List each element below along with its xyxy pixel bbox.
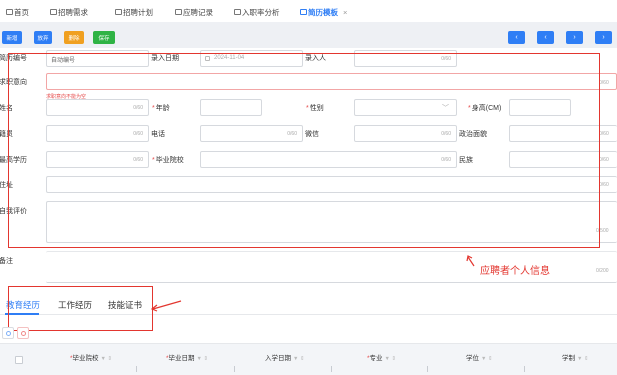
column-header-grad-date[interactable]: *毕业日期 ▼ ⇕ [166, 352, 208, 362]
minus-icon [21, 331, 26, 336]
page-icon [50, 9, 57, 15]
tab-recruit-plan[interactable]: 招聘计划 [115, 7, 153, 17]
discard-button[interactable]: 放弃 [34, 31, 52, 44]
remark-label: 备注 [0, 258, 13, 265]
column-divider[interactable] [331, 366, 332, 372]
close-icon[interactable]: × [343, 8, 347, 17]
column-divider[interactable] [234, 366, 235, 372]
column-header-school[interactable]: *毕业院校 ▼ ⇕ [70, 352, 112, 362]
delete-row-button[interactable] [17, 327, 29, 339]
new-button[interactable]: 新增 [2, 31, 22, 44]
tab-label: 简历模板 [308, 7, 338, 17]
tab-bar: 首页 招聘需求 招聘计划 应聘记录 入职率分析 简历模板 × [0, 0, 617, 22]
select-all-checkbox[interactable] [15, 356, 23, 364]
sort-icon[interactable]: ▼ ⇕ [577, 356, 589, 362]
column-divider[interactable] [136, 366, 137, 372]
column-header-major[interactable]: *专业 ▼ ⇕ [367, 352, 396, 362]
sort-icon[interactable]: ▼ ⇕ [385, 356, 397, 362]
tab-recruit-demand[interactable]: 招聘需求 [50, 7, 88, 17]
page-icon [175, 9, 182, 15]
plus-icon [6, 331, 11, 336]
tab-label: 入职率分析 [242, 7, 280, 17]
highlight-box-detail-tabs [8, 286, 153, 331]
annotation-text: 应聘者个人信息 [480, 266, 550, 277]
arrow-left-icon [150, 300, 182, 312]
char-count: 0/60 [599, 80, 609, 86]
first-record-button[interactable]: ‹ [508, 31, 525, 44]
page-icon [6, 9, 13, 15]
tab-label: 应聘记录 [183, 7, 213, 17]
char-count: 0/200 [596, 268, 609, 274]
arrow-up-icon [466, 255, 475, 267]
sort-icon[interactable]: ▼ ⇕ [481, 356, 493, 362]
tab-apply-record[interactable]: 应聘记录 [175, 7, 213, 17]
sort-icon[interactable]: ▼ ⇕ [197, 356, 209, 362]
tab-label: 首页 [14, 7, 29, 17]
last-record-button[interactable]: › [595, 31, 612, 44]
delete-button[interactable]: 删除 [64, 31, 84, 44]
tab-label: 招聘需求 [58, 7, 88, 17]
column-header-enroll-date[interactable]: 入学日期 ▼ ⇕ [265, 352, 305, 362]
column-header-degree[interactable]: 学位 ▼ ⇕ [466, 352, 493, 362]
char-count: 0/60 [599, 157, 609, 163]
char-count: 0/60 [599, 131, 609, 137]
save-button[interactable]: 保存 [93, 31, 115, 44]
tab-label: 招聘计划 [123, 7, 153, 17]
page-icon [115, 9, 122, 15]
page-icon [234, 9, 241, 15]
page-icon [300, 9, 307, 15]
column-divider[interactable] [427, 366, 428, 372]
add-row-button[interactable] [2, 327, 14, 339]
next-record-button[interactable]: › [566, 31, 583, 44]
sort-icon[interactable]: ▼ ⇕ [101, 356, 113, 362]
sort-icon[interactable]: ▼ ⇕ [293, 356, 305, 362]
tab-home[interactable]: 首页 [6, 7, 29, 17]
column-header-duration[interactable]: 学制 ▼ ⇕ [562, 352, 589, 362]
prev-record-button[interactable]: ‹ [537, 31, 554, 44]
highlight-box-personal-info [8, 53, 600, 248]
char-count: 0/60 [599, 182, 609, 188]
column-divider[interactable] [524, 366, 525, 372]
tab-resume-template[interactable]: 简历模板 × [300, 7, 347, 17]
tab-onboard-rate[interactable]: 入职率分析 [234, 7, 280, 17]
